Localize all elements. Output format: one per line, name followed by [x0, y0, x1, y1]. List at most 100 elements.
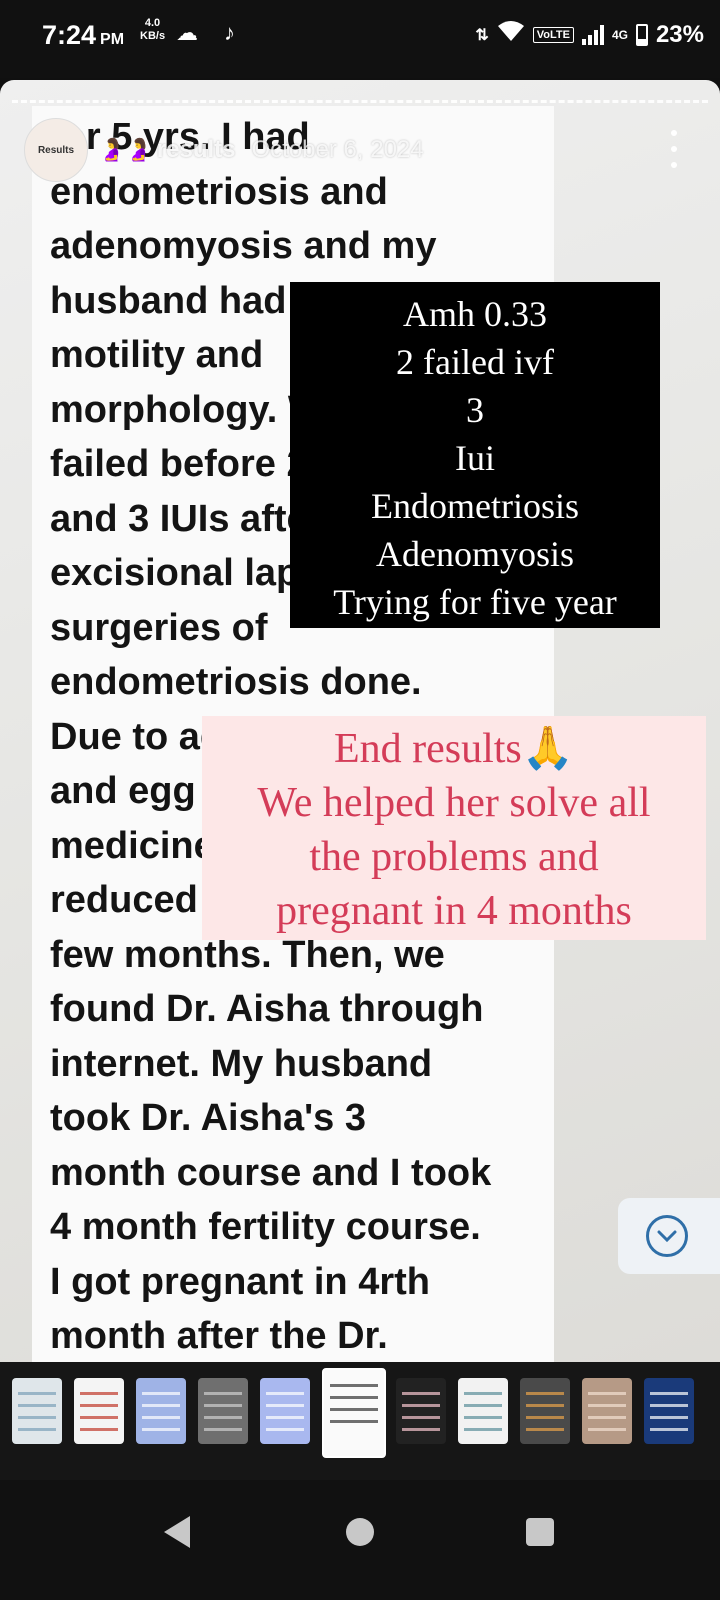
status-ampm: PM	[100, 31, 125, 48]
thumbnail-text-line	[266, 1392, 304, 1395]
thumbnail-text-line	[142, 1404, 180, 1407]
overlay-amh: Amh 0.33	[403, 294, 547, 334]
thumbnail-text-line	[526, 1428, 564, 1431]
thumbnail-text-line	[80, 1416, 118, 1419]
thumbnail-text-line	[204, 1416, 242, 1419]
thumbnail-text-line	[464, 1404, 502, 1407]
home-icon[interactable]	[346, 1518, 374, 1546]
thumbnail-text-line	[526, 1392, 564, 1395]
story-header: Results 🤰🤰 results October 6, 2024	[24, 115, 424, 185]
thumbnail-text-line	[402, 1392, 440, 1395]
overlay-failed-ivf: 2 failed ivf	[396, 342, 554, 382]
battery-icon	[635, 23, 648, 46]
status-right: ⇅ VoLTE 4G 23%	[475, 20, 704, 49]
story-thumbnail[interactable]	[74, 1378, 124, 1444]
thumbnail-text-line	[204, 1392, 242, 1395]
overlay-problems-line: the problems and	[309, 834, 599, 880]
thumbnail-text-line	[142, 1428, 180, 1431]
story-thumbnail[interactable]	[520, 1378, 570, 1444]
thumbnail-text-line	[266, 1404, 304, 1407]
text-overlay-results: End results🙏 We helped her solve all the…	[202, 716, 706, 940]
thumbnail-text-line	[18, 1392, 56, 1395]
overlay-adenomyosis: Adenomyosis	[376, 534, 574, 574]
thumbnail-text-line	[402, 1416, 440, 1419]
story-date: October 6, 2024	[251, 136, 424, 163]
story-thumbnail[interactable]	[322, 1368, 386, 1458]
thumbnail-text-line	[18, 1428, 56, 1431]
thumbnail-text-line	[142, 1392, 180, 1395]
thumbnail-text-line	[588, 1416, 626, 1419]
thumbnail-text-line	[588, 1404, 626, 1407]
thumbnail-text-line	[650, 1392, 688, 1395]
story-thumbnail[interactable]	[582, 1378, 632, 1444]
thumbnail-text-line	[18, 1404, 56, 1407]
scroll-down-button[interactable]	[618, 1198, 720, 1274]
story-progress-bar	[12, 100, 708, 103]
thumbnail-text-line	[80, 1428, 118, 1431]
thumbnail-text-line	[330, 1396, 378, 1399]
overlay-endometriosis: Endometriosis	[371, 486, 579, 526]
navigation-bar	[0, 1480, 720, 1600]
thumbnail-text-line	[650, 1428, 688, 1431]
overlay-iui: Iui	[455, 438, 495, 478]
status-time-value: 7:24	[42, 20, 97, 50]
overlay-helped-line: We helped her solve all	[257, 780, 651, 826]
thumbnail-text-line	[18, 1416, 56, 1419]
thumbnail-text-line	[330, 1420, 378, 1423]
battery-percent: 23%	[655, 20, 704, 48]
overlay-end-results: End results🙏	[333, 726, 575, 772]
story-thumbnail[interactable]	[12, 1378, 62, 1444]
status-time: 7:24 PM	[42, 20, 124, 51]
thumbnail-text-line	[464, 1392, 502, 1395]
thumbnail-text-line	[80, 1392, 118, 1395]
thumbnail-text-line	[650, 1404, 688, 1407]
story-thumbnail[interactable]	[260, 1378, 310, 1444]
network-speed: 4.0 KB/s	[140, 17, 165, 43]
story-username[interactable]: results	[157, 136, 236, 164]
thumbnail-text-line	[266, 1416, 304, 1419]
tiktok-icon: ♪	[224, 20, 235, 45]
avatar[interactable]: Results	[24, 118, 88, 182]
overlay-pregnant-line: pregnant in 4 months	[276, 888, 632, 934]
thumbnail-text-line	[80, 1404, 118, 1407]
network-type: 4G	[611, 27, 628, 42]
story-thumbnail[interactable]	[198, 1378, 248, 1444]
thumbnail-text-line	[204, 1428, 242, 1431]
story-viewer[interactable]: for 5 yrs. I had endometriosis and adeno…	[0, 80, 720, 1362]
thumbnail-text-line	[588, 1392, 626, 1395]
thumbnail-text-line	[402, 1404, 440, 1407]
signal-icon	[581, 24, 604, 45]
thumbnail-text-line	[650, 1416, 688, 1419]
network-speed-value: 4.0	[144, 17, 161, 29]
thumbnail-text-line	[464, 1428, 502, 1431]
story-thumbnail[interactable]	[396, 1378, 446, 1444]
story-thumbnail[interactable]	[136, 1378, 186, 1444]
thumbnail-text-line	[526, 1404, 564, 1407]
wifi-icon	[497, 20, 525, 49]
thumbnail-text-line	[330, 1408, 378, 1411]
chevron-down-icon	[646, 1215, 688, 1257]
more-options-icon[interactable]	[670, 130, 678, 168]
thumbnail-text-line	[402, 1428, 440, 1431]
story-thumbnail[interactable]	[458, 1378, 508, 1444]
network-speed-unit: KB/s	[140, 30, 166, 42]
thumbnail-text-line	[464, 1416, 502, 1419]
back-icon[interactable]	[164, 1516, 190, 1548]
header-emojis: 🤰🤰	[98, 137, 153, 162]
thumbnail-text-line	[142, 1416, 180, 1419]
status-bar: 7:24 PM 4.0 KB/s ☁ ♪ ⇅ VoLTE 4G 23%	[0, 0, 720, 78]
overlay-iui-count: 3	[466, 390, 484, 430]
overlay-trying: Trying for five year	[333, 582, 617, 622]
thumbnail-text-line	[330, 1384, 378, 1387]
thumbnail-text-line	[526, 1416, 564, 1419]
volte-badge: VoLTE	[532, 26, 574, 43]
cloud-notification-icon: ☁	[176, 20, 198, 45]
text-overlay-stats: Amh 0.33 2 failed ivf 3 Iui Endometriosi…	[290, 282, 660, 628]
thumbnail-text-line	[266, 1428, 304, 1431]
thumbnail-text-line	[204, 1404, 242, 1407]
avatar-label: Results	[37, 144, 75, 156]
recent-apps-icon[interactable]	[526, 1518, 554, 1546]
data-arrows-icon: ⇅	[475, 26, 489, 44]
story-thumbnail-strip	[0, 1362, 720, 1480]
story-thumbnail[interactable]	[644, 1378, 694, 1444]
